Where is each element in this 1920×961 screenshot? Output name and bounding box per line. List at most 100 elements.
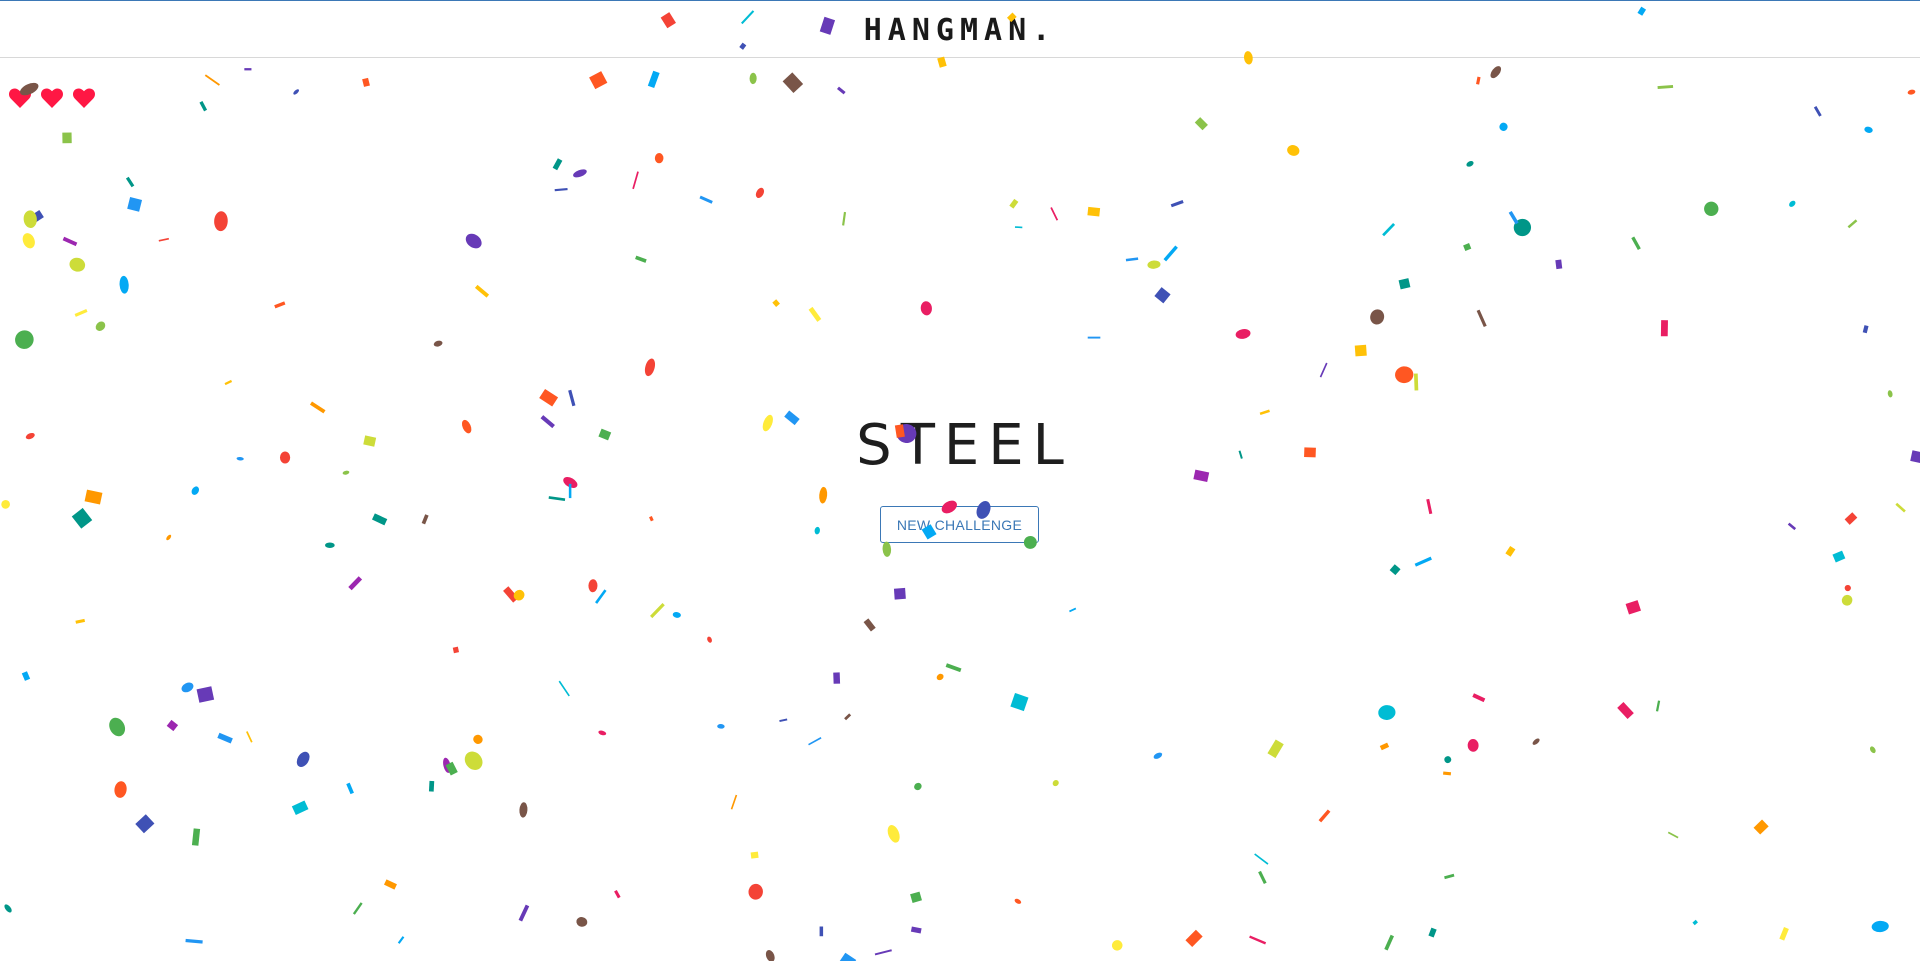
confetti-piece — [893, 587, 906, 600]
confetti-piece — [632, 171, 639, 190]
confetti-piece — [1472, 693, 1486, 703]
confetti-piece — [598, 730, 607, 736]
confetti-piece — [748, 883, 763, 900]
confetti-piece — [1444, 873, 1455, 880]
confetti-piece — [1, 500, 10, 509]
confetti-piece — [765, 950, 775, 961]
confetti-piece — [293, 89, 300, 95]
confetti-piece — [4, 904, 12, 913]
confetti-piece — [75, 618, 86, 624]
confetti-piece — [839, 952, 857, 961]
confetti-piece — [914, 782, 922, 791]
confetti-piece — [649, 515, 654, 522]
confetti-piece — [513, 589, 525, 601]
confetti-piece — [519, 802, 528, 818]
confetti-piece — [647, 70, 660, 89]
confetti-piece — [1813, 106, 1822, 117]
confetti-piece — [1398, 278, 1411, 290]
confetti-piece — [882, 541, 892, 557]
confetti-piece — [1154, 287, 1171, 304]
confetti-piece — [518, 904, 530, 922]
confetti-piece — [246, 731, 253, 743]
confetti-piece — [1895, 502, 1906, 513]
confetti-piece — [1655, 700, 1661, 712]
confetti-piece — [808, 737, 822, 746]
confetti-piece — [1111, 940, 1123, 951]
confetti-piece — [1847, 219, 1858, 229]
confetti-piece — [1667, 831, 1679, 839]
confetti-piece — [1443, 771, 1452, 776]
confetti-piece — [539, 388, 559, 407]
confetti-piece — [1413, 373, 1419, 391]
confetti-piece — [1476, 76, 1481, 85]
confetti-piece — [421, 514, 429, 525]
confetti-piece — [1069, 607, 1077, 613]
confetti-piece — [371, 513, 388, 526]
confetti-piece — [1753, 819, 1769, 835]
confetti-piece — [937, 56, 947, 68]
confetti-piece — [1050, 207, 1059, 221]
confetti-piece — [1414, 556, 1432, 567]
confetti-piece — [920, 301, 932, 316]
confetti-piece — [588, 579, 598, 593]
confetti-piece — [1370, 309, 1385, 325]
confetti-piece — [62, 236, 78, 247]
confetti-piece — [21, 671, 31, 681]
confetti-piece — [1864, 126, 1873, 133]
confetti-piece — [1395, 366, 1414, 384]
confetti-piece — [166, 719, 179, 732]
confetti-piece — [1384, 934, 1394, 951]
confetti-piece — [814, 526, 820, 535]
confetti-piece — [114, 781, 127, 798]
confetti-piece — [1787, 522, 1797, 531]
heart-icon — [72, 87, 96, 109]
confetti-piece — [397, 936, 405, 944]
confetti-piece — [348, 576, 363, 591]
confetti-piece — [595, 589, 607, 604]
new-challenge-button[interactable]: NEW CHALLENGE — [880, 506, 1039, 543]
confetti-piece — [1692, 919, 1698, 926]
confetti-piece — [1490, 66, 1502, 79]
confetti-piece — [589, 71, 608, 90]
confetti-piece — [1194, 117, 1208, 131]
confetti-piece — [443, 757, 451, 773]
confetti-piece — [1052, 780, 1059, 787]
confetti-piece — [1476, 309, 1487, 327]
confetti-piece — [181, 682, 194, 693]
confetti-piece — [842, 211, 847, 226]
confetti-piece — [936, 673, 944, 681]
confetti-piece — [244, 68, 252, 71]
confetti-piece — [1147, 260, 1161, 269]
confetti-piece — [1319, 362, 1328, 378]
confetti-piece — [1463, 243, 1472, 252]
confetti-piece — [62, 132, 72, 144]
confetti-piece — [833, 672, 841, 684]
confetti-piece — [23, 210, 37, 228]
confetti-piece — [1389, 564, 1401, 576]
confetti-piece — [191, 486, 200, 495]
confetti-piece — [465, 233, 482, 249]
confetti-piece — [1508, 210, 1519, 225]
confetti-piece — [196, 686, 215, 703]
confetti-piece — [69, 257, 86, 272]
confetti-piece — [836, 86, 846, 95]
confetti-piece — [1318, 809, 1331, 823]
confetti-piece — [644, 358, 656, 377]
confetti-piece — [1125, 257, 1139, 262]
confetti-piece — [127, 196, 143, 212]
confetti-piece — [191, 828, 201, 846]
confetti-piece — [291, 800, 309, 815]
confetti-piece — [71, 507, 93, 529]
confetti-piece — [1657, 85, 1674, 90]
revealed-word: STEEL — [856, 413, 1073, 478]
header-bar: HANGMAN. — [0, 1, 1920, 58]
confetti-piece — [1466, 161, 1474, 167]
confetti-piece — [158, 237, 170, 242]
confetti-piece — [224, 379, 233, 386]
confetti-piece — [199, 101, 208, 112]
confetti-piece — [452, 646, 460, 654]
confetti-piece — [1617, 701, 1634, 719]
confetti-piece — [428, 780, 435, 792]
confetti-piece — [568, 483, 572, 499]
confetti-piece — [1832, 550, 1846, 563]
